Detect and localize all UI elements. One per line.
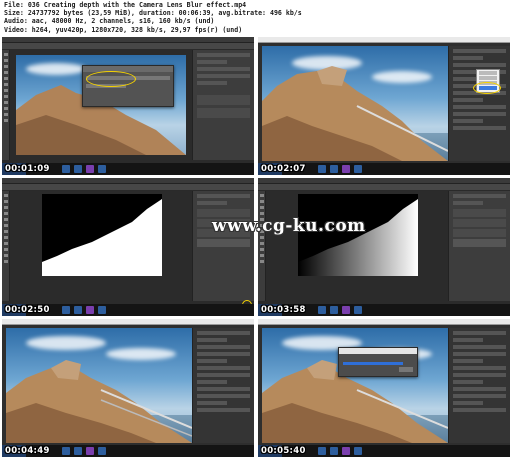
camera-raw-title-bar (2, 319, 254, 325)
photo-canvas (262, 46, 448, 161)
timestamp: 00:05:40 (261, 446, 306, 456)
audio-info-line: Audio: aac, 48000 Hz, 2 channels, s16, 1… (4, 17, 215, 26)
cancel-button[interactable] (399, 367, 413, 372)
video-info-line: Video: h264, yuv420p, 1280x720, 328 kb/s… (4, 25, 243, 34)
progress-bar (343, 362, 403, 365)
timestamp: 00:02:07 (261, 164, 306, 174)
tools-panel (258, 191, 266, 301)
file-info-header: File: 036 Creating depth with the Camera… (4, 1, 510, 34)
timestamp: 00:04:49 (5, 446, 50, 456)
cliff-shape (6, 360, 192, 443)
layers-panel (448, 191, 510, 301)
thumbnail-5[interactable]: 00:04:49 (2, 319, 254, 457)
tools-panel (2, 191, 10, 301)
options-bar (258, 184, 510, 191)
adjustments-panel (448, 46, 510, 161)
thumbnail-3[interactable]: 00:02:50 (2, 178, 254, 316)
camera-raw-title-bar (258, 37, 510, 43)
cliff-shape (262, 360, 448, 443)
highlight-circle (86, 71, 136, 87)
file-size-line: Size: 24737792 bytes (23,59 MiB), durati… (4, 9, 302, 18)
highlight-circle (473, 82, 501, 94)
progress-dialog[interactable] (338, 347, 418, 377)
file-name-line: File: 036 Creating depth with the Camera… (4, 1, 247, 9)
timestamp: 00:03:58 (261, 305, 306, 315)
thumbnail-1[interactable]: 00:01:09 (2, 37, 254, 175)
mask-canvas (42, 194, 162, 276)
thumbnail-4[interactable]: 00:03:58 (258, 178, 510, 316)
timestamp: 00:01:09 (5, 164, 50, 174)
layers-panel (192, 191, 254, 301)
photo-canvas (6, 328, 192, 443)
adjustments-panel (448, 328, 510, 443)
timestamp: 00:02:50 (5, 305, 50, 315)
adjustments-panel (192, 328, 254, 443)
lens-blur-dialog[interactable] (82, 65, 174, 107)
watermark-text: www.cg-ku.com (212, 216, 366, 236)
options-bar (2, 184, 254, 191)
camera-raw-title-bar (258, 319, 510, 325)
cliff-shape (262, 66, 448, 161)
tools-panel (2, 50, 10, 160)
thumbnail-6[interactable]: 00:05:40 (258, 319, 510, 457)
thumbnail-2[interactable]: 00:02:07 (258, 37, 510, 175)
photo-canvas (262, 328, 448, 443)
mask-shape (42, 194, 162, 276)
layers-panel (192, 50, 254, 160)
options-bar (2, 43, 254, 50)
